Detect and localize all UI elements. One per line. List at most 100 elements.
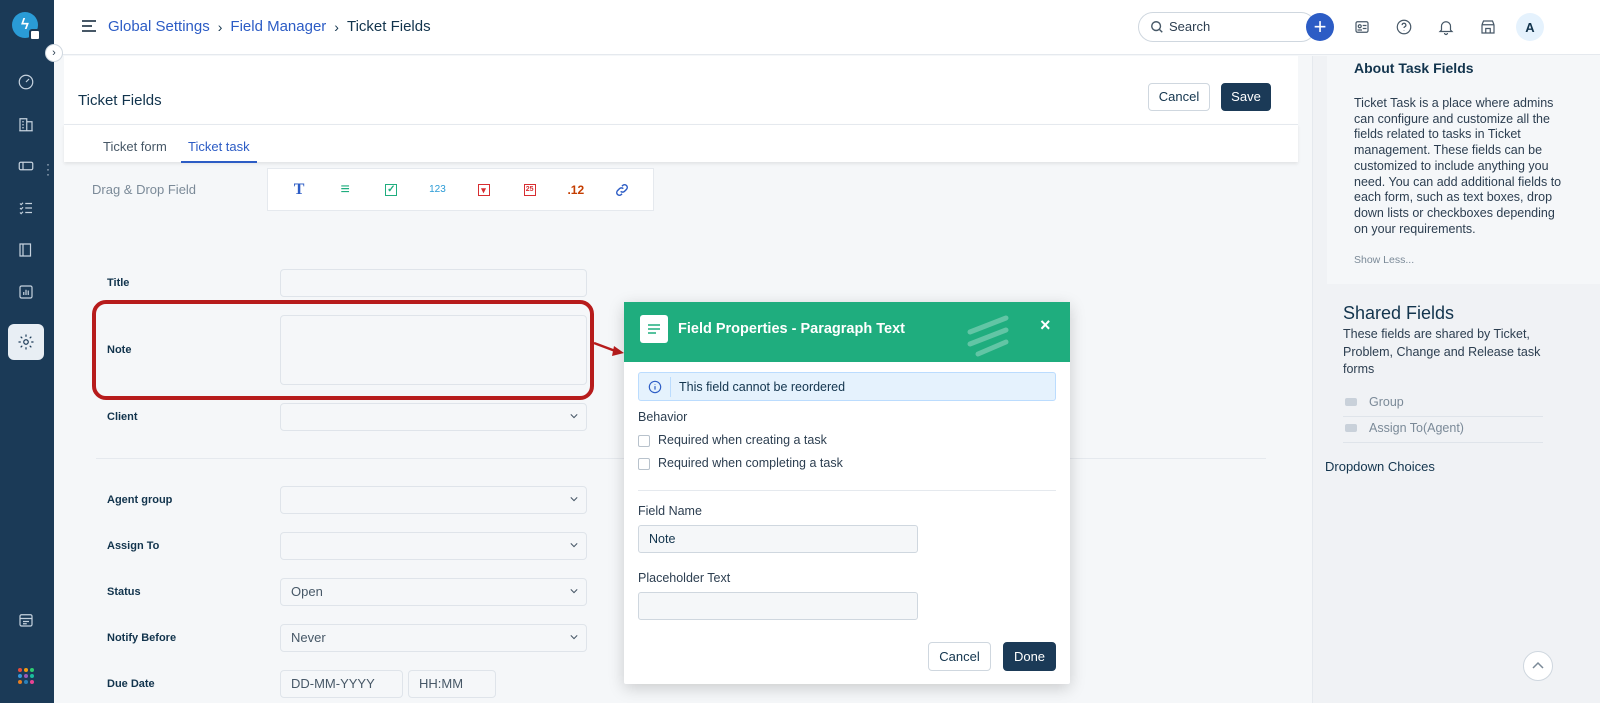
single-line-text-icon[interactable]: T (287, 178, 311, 202)
search-icon (1151, 21, 1163, 33)
chevron-up-icon (1532, 661, 1544, 669)
apps-icon[interactable] (18, 668, 34, 684)
field-tag-icon (1345, 398, 1357, 406)
field-name-input[interactable]: Note (638, 525, 918, 553)
breadcrumb-global-settings[interactable]: Global Settings (108, 18, 210, 35)
page-header: Ticket Fields Cancel Save (64, 56, 1298, 124)
add-new-button[interactable]: + (1306, 13, 1334, 41)
agent-group-field-label: Agent group (107, 494, 173, 506)
chevron-down-icon (570, 497, 578, 502)
annotation-arrow-icon (593, 341, 624, 356)
notifications-bell-icon[interactable] (1432, 13, 1460, 41)
field-tag-icon (1345, 424, 1357, 432)
user-avatar[interactable]: A (1516, 13, 1544, 41)
more-options-icon[interactable]: · · · (46, 158, 50, 180)
search-box[interactable] (1138, 12, 1316, 42)
help-icon[interactable] (1390, 13, 1418, 41)
tab-ticket-form[interactable]: Ticket form (103, 139, 167, 154)
required-completing-label: Required when completing a task (658, 456, 843, 470)
scroll-to-top-button[interactable] (1523, 651, 1553, 681)
notify-before-field-value: Never (291, 630, 326, 645)
settings-nav-item[interactable] (8, 324, 44, 360)
page-title: Ticket Fields (78, 92, 162, 109)
dropdown-choices-heading[interactable]: Dropdown Choices (1325, 459, 1435, 474)
shared-field-label: Group (1369, 395, 1404, 409)
field-name-label: Field Name (638, 504, 702, 518)
modal-cancel-button[interactable]: Cancel (928, 642, 991, 671)
header-cancel-button[interactable]: Cancel (1148, 83, 1210, 111)
modal-close-button[interactable]: × (1040, 315, 1051, 336)
checkbox-icon[interactable]: ✓ (379, 178, 403, 202)
client-field-label: Client (107, 411, 138, 423)
required-creating-label: Required when creating a task (658, 433, 827, 447)
contacts-icon[interactable] (1348, 13, 1376, 41)
notify-before-field-label: Notify Before (107, 632, 177, 644)
tab-ticket-task[interactable]: Ticket task (188, 139, 250, 154)
shared-fields-text: These fields are shared by Ticket, Probl… (1343, 327, 1541, 376)
date-icon[interactable]: 25 (518, 178, 542, 202)
calendar-icon[interactable] (14, 608, 38, 632)
dashboard-icon[interactable] (14, 70, 38, 94)
chevron-down-icon (570, 635, 578, 640)
required-completing-checkbox[interactable] (638, 458, 650, 470)
modal-done-button[interactable]: Done (1003, 642, 1056, 671)
breadcrumb-field-manager[interactable]: Field Manager (230, 18, 326, 35)
due-date-input[interactable]: DD-MM-YYYY (280, 670, 403, 698)
dropdown-icon[interactable]: ▾ (472, 178, 496, 202)
settings-icon (14, 330, 38, 354)
shared-field-group[interactable]: Group (1343, 391, 1543, 417)
about-title: About Task Fields (1354, 60, 1474, 76)
search-input[interactable] (1169, 19, 1309, 34)
chevron-down-icon (570, 414, 578, 419)
building-icon[interactable] (14, 112, 38, 136)
tasks-icon[interactable] (14, 196, 38, 220)
active-tab-indicator (181, 161, 257, 163)
note-field-highlight (92, 300, 594, 400)
status-field-select[interactable]: Open (280, 578, 587, 606)
expand-sidebar-button[interactable]: › (45, 44, 63, 62)
shared-fields-title: Shared Fields (1343, 303, 1455, 323)
notify-before-field-select[interactable]: Never (280, 624, 587, 652)
due-time-input[interactable]: HH:MM (408, 670, 496, 698)
title-field-input[interactable] (280, 269, 587, 297)
number-icon[interactable]: 123 (425, 178, 449, 202)
client-field-select[interactable] (280, 403, 587, 431)
about-card: About Task Fields Ticket Task is a place… (1327, 56, 1600, 284)
book-icon[interactable] (14, 238, 38, 262)
info-icon (648, 380, 662, 394)
decimal-icon[interactable]: .12 (564, 178, 588, 202)
assign-to-field-label: Assign To (107, 540, 160, 552)
due-date-field-label: Due Date (107, 678, 155, 690)
placeholder-text-label: Placeholder Text (638, 571, 731, 585)
paragraph-text-icon[interactable]: ≡ (333, 178, 357, 202)
behavior-label: Behavior (638, 410, 688, 424)
drag-drop-label: Drag & Drop Field (92, 182, 197, 197)
agent-group-field-select[interactable] (280, 486, 587, 514)
reports-icon[interactable] (14, 280, 38, 304)
left-navigation: ϟ › · · · (0, 0, 63, 703)
shared-field-assign-to-agent[interactable]: Assign To(Agent) (1343, 417, 1543, 443)
chevron-down-icon (570, 589, 578, 594)
logo-badge-icon (29, 29, 41, 41)
status-field-label: Status (107, 586, 141, 598)
link-icon[interactable] (610, 178, 634, 202)
assign-to-field-select[interactable] (280, 532, 587, 560)
status-field-value: Open (291, 584, 323, 599)
chevron-down-icon (570, 543, 578, 548)
modal-header: Field Properties - Paragraph Text × (624, 302, 1070, 362)
header-save-button[interactable]: Save (1221, 83, 1271, 111)
right-info-panel: About Task Fields Ticket Task is a place… (1312, 56, 1600, 703)
title-field-label: Title (107, 277, 130, 289)
field-type-toolbar: T ≡ ✓ 123 ▾ 25 .12 (267, 168, 654, 211)
top-bar: Global Settings › Field Manager › Ticket… (54, 0, 1600, 55)
marketplace-store-icon[interactable] (1474, 13, 1502, 41)
menu-icon[interactable] (82, 20, 96, 35)
tabs-bar: Ticket form Ticket task (64, 124, 1298, 163)
show-less-link[interactable]: Show Less... (1354, 254, 1414, 266)
placeholder-text-input[interactable] (638, 592, 918, 620)
modal-title: Field Properties - Paragraph Text (678, 321, 905, 337)
modal-divider (638, 490, 1056, 491)
required-creating-checkbox[interactable] (638, 435, 650, 447)
paragraph-text-icon (640, 315, 668, 343)
ticket-icon[interactable] (14, 154, 38, 178)
